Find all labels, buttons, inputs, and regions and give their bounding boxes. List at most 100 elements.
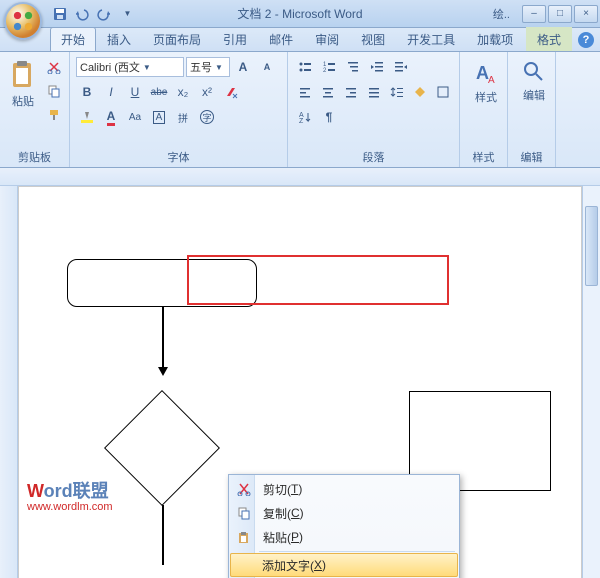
tab-insert[interactable]: 插入 (96, 27, 142, 51)
context-tab-label: 绘.. (493, 6, 510, 22)
group-editing: 编辑 编辑 (508, 52, 556, 167)
tab-review[interactable]: 审阅 (304, 27, 350, 51)
align-left-button[interactable] (294, 81, 315, 103)
arrow-icon (158, 367, 168, 376)
close-button[interactable]: × (574, 5, 598, 23)
page[interactable]: Word联盟 www.wordlm.com 剪切(T) 复制(C) 粘贴(P) (18, 186, 582, 578)
maximize-button[interactable]: □ (548, 5, 572, 23)
clear-format-button[interactable] (220, 81, 242, 103)
watermark-brand: Word联盟 (27, 477, 109, 503)
watermark-url: www.wordlm.com (27, 501, 113, 513)
strike-button[interactable]: abe (148, 81, 170, 103)
group-paragraph: 12 AZ ¶ 段落 (288, 52, 460, 167)
align-right-button[interactable] (340, 81, 361, 103)
ribbon-tabs: 开始 插入 页面布局 引用 邮件 审阅 视图 开发工具 加载项 格式 ? (0, 28, 600, 52)
font-color-button[interactable]: A (100, 106, 122, 128)
quick-access-toolbar: ▼ (50, 4, 136, 24)
paste-button[interactable]: 粘贴 (6, 56, 40, 147)
sort-button[interactable]: AZ (294, 106, 316, 128)
svg-text:A: A (488, 75, 495, 86)
font-size-select[interactable]: 五号▼ (186, 57, 230, 77)
tab-references[interactable]: 引用 (212, 27, 258, 51)
shrink-font-button[interactable]: A (256, 56, 278, 78)
char-border-button[interactable]: A (148, 106, 170, 128)
enclose-button[interactable]: 字 (196, 106, 218, 128)
styles-button[interactable]: AA 样式 (466, 56, 506, 108)
title-bar: ▼ 文档 2 - Microsoft Word 绘.. – □ × (0, 0, 600, 28)
paste-icon (235, 528, 253, 546)
ctx-paste[interactable]: 粘贴(P) (231, 525, 457, 549)
tab-view[interactable]: 视图 (350, 27, 396, 51)
ctx-add-text[interactable]: 添加文字(X) (230, 553, 458, 577)
paste-label: 粘贴 (12, 93, 34, 109)
window-title: 文档 2 - Microsoft Word (237, 5, 362, 22)
superscript-button[interactable]: x² (196, 81, 218, 103)
highlight-button[interactable] (76, 106, 98, 128)
undo-button[interactable] (72, 4, 92, 24)
phonetic-button[interactable]: 拼 (172, 106, 194, 128)
ribbon: 粘贴 剪贴板 Calibri (西文▼ 五号▼ A A B I U abe (0, 52, 600, 168)
group-clipboard: 粘贴 剪贴板 (0, 52, 70, 167)
numbering-button[interactable]: 12 (318, 56, 340, 78)
show-marks-button[interactable]: ¶ (318, 106, 340, 128)
flowchart-connector-2[interactable] (162, 505, 164, 565)
svg-text:2: 2 (323, 68, 327, 74)
tab-developer[interactable]: 开发工具 (396, 27, 466, 51)
subscript-button[interactable]: x₂ (172, 81, 194, 103)
redo-button[interactable] (94, 4, 114, 24)
group-font-label: 字体 (76, 147, 281, 165)
font-family-select[interactable]: Calibri (西文▼ (76, 57, 184, 77)
indent-dec-button[interactable] (366, 56, 388, 78)
svg-text:Z: Z (299, 118, 304, 124)
tab-layout[interactable]: 页面布局 (142, 27, 212, 51)
align-center-button[interactable] (317, 81, 338, 103)
scrollbar-vertical[interactable] (582, 186, 600, 578)
group-styles: AA 样式 样式 (460, 52, 508, 167)
format-painter-button[interactable] (43, 104, 65, 126)
change-case-button[interactable]: Aa (124, 106, 146, 128)
copy-icon (235, 504, 253, 522)
cut-icon (235, 480, 253, 498)
editing-label: 编辑 (523, 87, 545, 103)
context-menu: 剪切(T) 复制(C) 粘贴(P) 添加文字(X) 组合(G) ▶ 叠放次序(R… (228, 474, 460, 578)
italic-button[interactable]: I (100, 81, 122, 103)
ruler-vertical[interactable] (0, 186, 18, 578)
align-justify-button[interactable] (363, 81, 384, 103)
ruler-horizontal[interactable] (0, 168, 600, 186)
office-button[interactable] (4, 2, 42, 40)
multilevel-button[interactable] (342, 56, 364, 78)
tab-addins[interactable]: 加载项 (466, 27, 524, 51)
document-area: Word联盟 www.wordlm.com 剪切(T) 复制(C) 粘贴(P) (0, 168, 600, 578)
copy-button[interactable] (43, 80, 65, 102)
group-styles-label: 样式 (466, 147, 501, 165)
line-spacing-button[interactable] (386, 81, 407, 103)
ctx-copy[interactable]: 复制(C) (231, 501, 457, 525)
save-button[interactable] (50, 4, 70, 24)
indent-inc-button[interactable] (390, 56, 412, 78)
highlight-box (187, 255, 449, 305)
shading-button[interactable] (409, 81, 430, 103)
flowchart-decision[interactable] (104, 390, 220, 506)
scroll-thumb[interactable] (585, 206, 598, 286)
bullets-button[interactable] (294, 56, 316, 78)
find-button[interactable]: 编辑 (514, 56, 554, 106)
qat-customize[interactable]: ▼ (116, 4, 136, 24)
ctx-cut[interactable]: 剪切(T) (231, 477, 457, 501)
flowchart-connector-1[interactable] (162, 307, 164, 369)
group-clipboard-label: 剪贴板 (6, 147, 63, 165)
underline-button[interactable]: U (124, 81, 146, 103)
grow-font-button[interactable]: A (232, 56, 254, 78)
minimize-button[interactable]: – (522, 5, 546, 23)
cut-button[interactable] (43, 56, 65, 78)
tab-format[interactable]: 格式 (526, 27, 572, 51)
group-editing-label: 编辑 (514, 147, 549, 165)
bold-button[interactable]: B (76, 81, 98, 103)
tab-mail[interactable]: 邮件 (258, 27, 304, 51)
group-paragraph-label: 段落 (294, 147, 453, 165)
window-controls: – □ × (522, 5, 598, 23)
tab-home[interactable]: 开始 (50, 27, 96, 51)
styles-label: 样式 (475, 89, 497, 105)
borders-button[interactable] (432, 81, 453, 103)
group-font: Calibri (西文▼ 五号▼ A A B I U abe x₂ x² A A… (70, 52, 288, 167)
help-icon[interactable]: ? (578, 32, 594, 48)
